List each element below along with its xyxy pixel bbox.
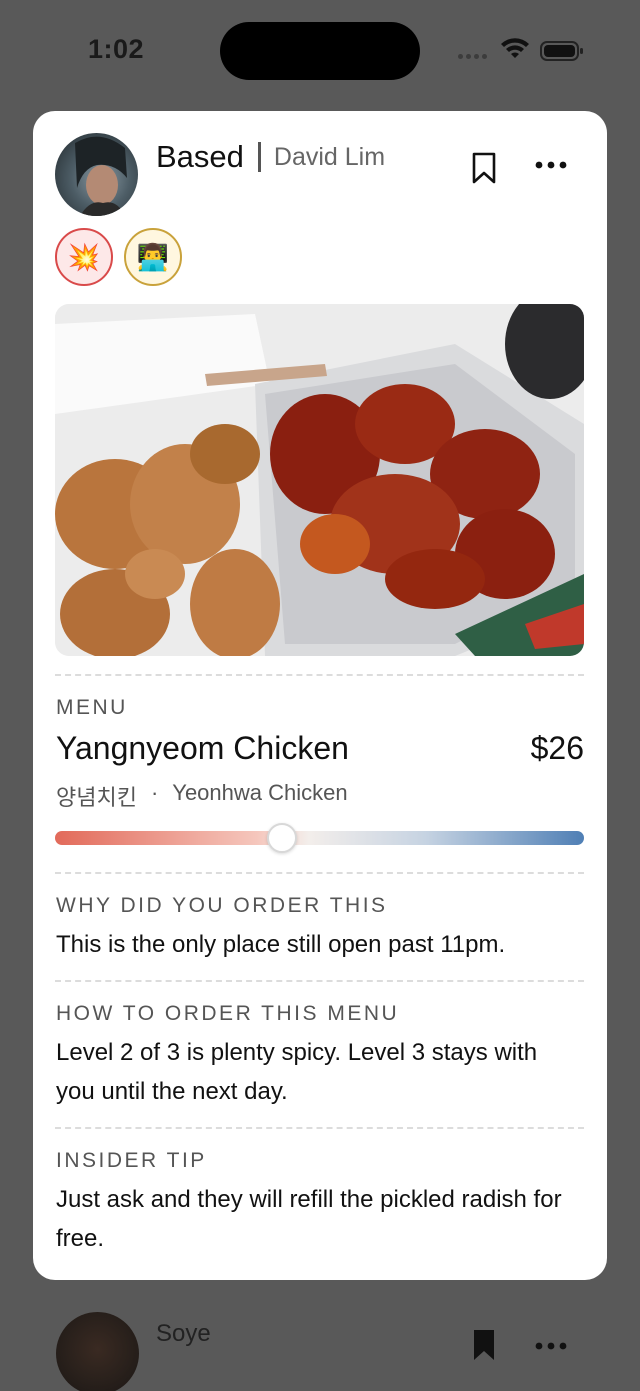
menu-name: Yangnyeom Chicken xyxy=(56,730,349,766)
divider xyxy=(55,1127,584,1129)
author-name[interactable]: David Lim xyxy=(274,143,385,172)
tip-label: INSIDER TIP xyxy=(56,1149,207,1172)
header-divider xyxy=(257,142,261,172)
menu-label: MENU xyxy=(56,696,128,719)
bookmark-filled-icon[interactable] xyxy=(471,1328,497,1362)
why-text: This is the only place still open past 1… xyxy=(56,931,506,958)
how-label: HOW TO ORDER THIS MENU xyxy=(56,1002,400,1025)
spice-slider-thumb[interactable] xyxy=(267,823,298,853)
battery-icon xyxy=(540,41,583,61)
divider xyxy=(55,872,584,874)
badge-technologist[interactable]: 👨‍💻 xyxy=(124,228,182,286)
dynamic-island xyxy=(220,22,420,80)
author-avatar[interactable] xyxy=(55,133,138,216)
why-label: WHY DID YOU ORDER THIS xyxy=(56,894,388,917)
post-header: Based David Lim xyxy=(156,139,385,175)
next-author-name[interactable]: Soye xyxy=(156,1320,211,1348)
spice-slider-track[interactable] xyxy=(55,831,584,845)
more-options-icon[interactable] xyxy=(533,155,569,175)
explosion-icon: 💥 xyxy=(67,241,101,272)
menu-price: $26 xyxy=(530,730,584,766)
badge-explosion[interactable]: 💥 xyxy=(55,228,113,286)
wifi-icon xyxy=(501,38,529,58)
restaurant-name[interactable]: Yeonhwa Chicken xyxy=(172,780,347,812)
how-text: Level 2 of 3 is plenty spicy. Level 3 st… xyxy=(56,1039,538,1105)
korean-menu-name: 양념치킨 xyxy=(56,785,137,810)
subtitle-separator: · xyxy=(150,780,159,805)
status-time: 1:02 xyxy=(88,34,145,64)
more-options-icon[interactable] xyxy=(534,1336,568,1356)
tip-text: Just ask and they will refill the pickle… xyxy=(56,1186,562,1252)
next-author-avatar[interactable] xyxy=(56,1312,139,1391)
app-name: Based xyxy=(156,139,244,174)
post-card: Based David Lim 💥 👨‍💻 xyxy=(33,111,607,1280)
signal-icon xyxy=(458,54,487,59)
divider xyxy=(55,674,584,676)
food-photo[interactable] xyxy=(55,304,584,656)
divider xyxy=(55,980,584,982)
technologist-icon: 👨‍💻 xyxy=(136,241,170,272)
menu-subtitle: 양념치킨 · Yeonhwa Chicken xyxy=(56,780,348,812)
bookmark-icon[interactable] xyxy=(470,151,498,185)
